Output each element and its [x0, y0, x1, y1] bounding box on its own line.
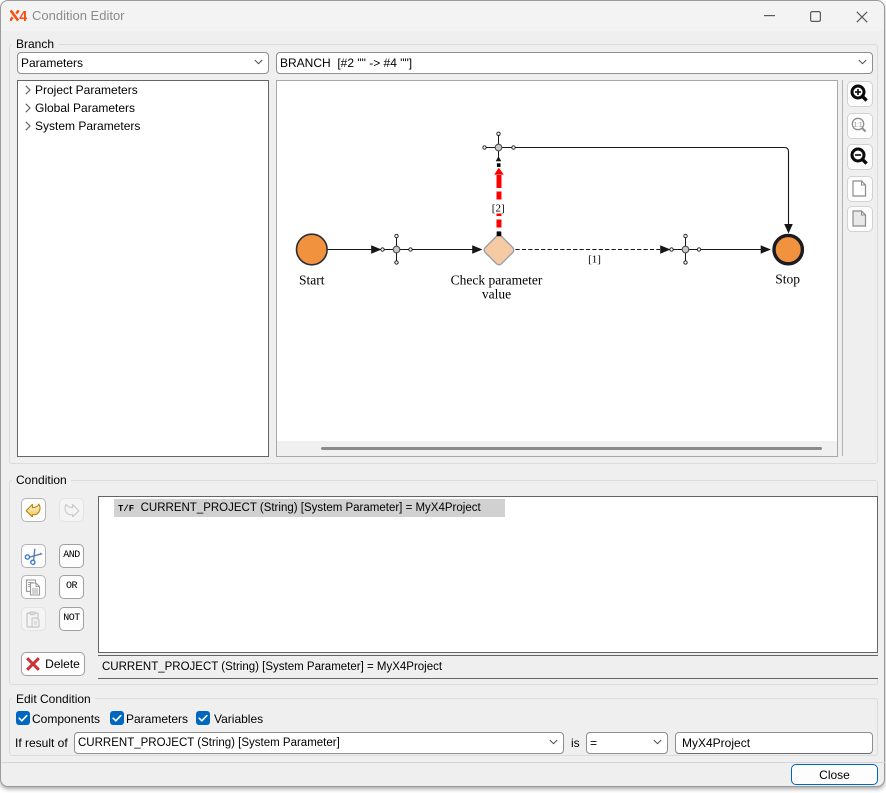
svg-text:1:1: 1:1	[853, 122, 862, 129]
svg-text:Stop: Stop	[775, 272, 800, 287]
svg-text:Check parameter: Check parameter	[451, 273, 543, 288]
svg-text:[2]: [2]	[492, 203, 505, 215]
svg-text:4: 4	[19, 10, 27, 21]
svg-text:[1]: [1]	[588, 254, 601, 266]
svg-text:Start: Start	[299, 273, 325, 288]
svg-text:value: value	[482, 287, 511, 302]
